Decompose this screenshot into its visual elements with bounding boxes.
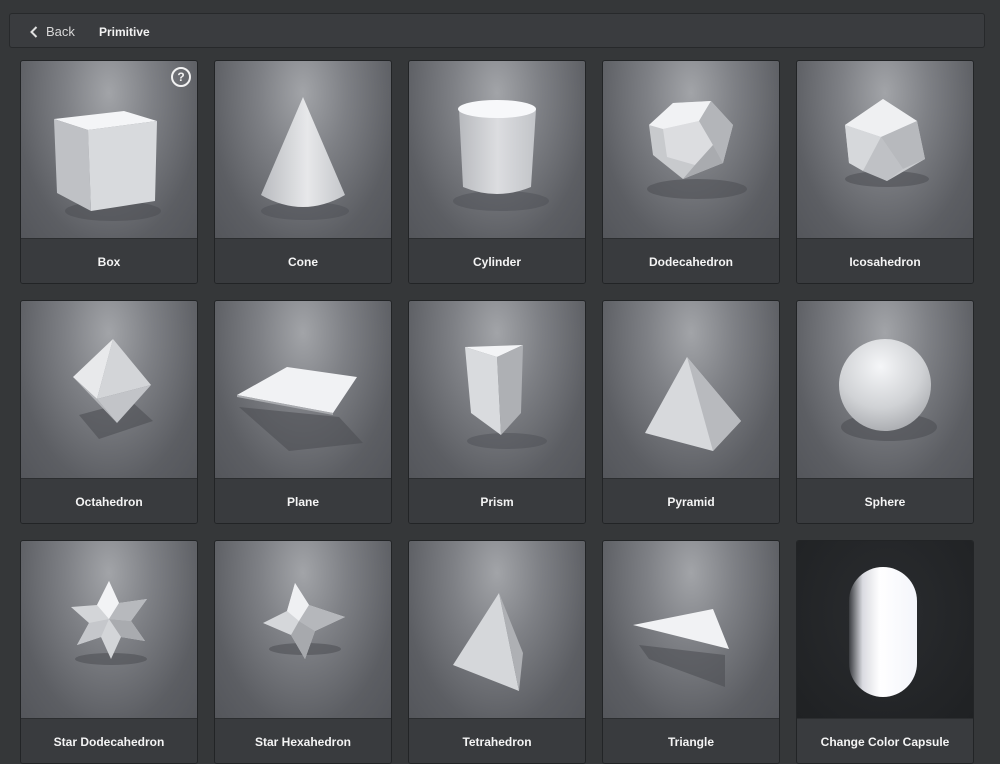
back-label: Back — [46, 24, 75, 39]
tetrahedron-icon — [453, 593, 523, 691]
page-title: Primitive — [99, 24, 150, 39]
primitive-card-box[interactable]: ? Box — [20, 60, 198, 284]
primitive-card-octahedron[interactable]: Octahedron — [20, 300, 198, 524]
thumbnail — [215, 301, 391, 478]
thumbnail — [797, 61, 973, 238]
pyramid-icon — [645, 357, 741, 451]
thumbnail: ? — [21, 61, 197, 238]
card-label: Tetrahedron — [409, 718, 585, 763]
thumbnail — [409, 541, 585, 718]
card-label: Sphere — [797, 478, 973, 523]
card-label: Cylinder — [409, 238, 585, 283]
chevron-left-icon — [30, 25, 38, 38]
primitive-card-sphere[interactable]: Sphere — [796, 300, 974, 524]
card-label: Triangle — [603, 718, 779, 763]
thumbnail — [409, 301, 585, 478]
card-label: Plane — [215, 478, 391, 523]
card-label: Pyramid — [603, 478, 779, 523]
primitive-card-change-color-capsule[interactable]: Change Color Capsule — [796, 540, 974, 764]
triangle-icon — [633, 609, 729, 687]
primitive-card-dodecahedron[interactable]: Dodecahedron — [602, 60, 780, 284]
primitive-card-triangle[interactable]: Triangle — [602, 540, 780, 764]
star-hexahedron-icon — [263, 583, 345, 659]
card-label: Change Color Capsule — [797, 718, 973, 763]
thumbnail — [797, 541, 973, 718]
primitive-card-prism[interactable]: Prism — [408, 300, 586, 524]
card-label: Cone — [215, 238, 391, 283]
back-button[interactable]: Back — [30, 14, 75, 49]
octahedron-icon — [73, 339, 153, 439]
card-label: Star Dodecahedron — [21, 718, 197, 763]
primitive-card-cylinder[interactable]: Cylinder — [408, 60, 586, 284]
thumbnail — [797, 301, 973, 478]
primitive-card-cone[interactable]: Cone — [214, 60, 392, 284]
thumbnail — [215, 541, 391, 718]
thumbnail — [215, 61, 391, 238]
primitive-grid: ? Box Cone Cylinder Dodecahedron Icosahe… — [20, 60, 974, 764]
sphere-icon — [839, 339, 937, 441]
primitive-card-icosahedron[interactable]: Icosahedron — [796, 60, 974, 284]
primitive-card-star-hexahedron[interactable]: Star Hexahedron — [214, 540, 392, 764]
star-dodecahedron-icon — [71, 581, 147, 665]
card-label: Box — [21, 238, 197, 283]
top-bar: Back Primitive — [9, 13, 985, 48]
thumbnail — [603, 61, 779, 238]
thumbnail — [409, 61, 585, 238]
dodecahedron-icon — [647, 101, 747, 199]
thumbnail — [603, 301, 779, 478]
thumbnail — [21, 541, 197, 718]
card-label: Star Hexahedron — [215, 718, 391, 763]
cylinder-icon — [453, 100, 549, 211]
thumbnail — [603, 541, 779, 718]
help-icon[interactable]: ? — [171, 67, 191, 87]
thumbnail — [21, 301, 197, 478]
card-label: Icosahedron — [797, 238, 973, 283]
primitive-card-tetrahedron[interactable]: Tetrahedron — [408, 540, 586, 764]
primitive-card-star-dodecahedron[interactable]: Star Dodecahedron — [20, 540, 198, 764]
plane-icon — [237, 367, 363, 451]
card-label: Prism — [409, 478, 585, 523]
primitive-card-pyramid[interactable]: Pyramid — [602, 300, 780, 524]
primitive-card-plane[interactable]: Plane — [214, 300, 392, 524]
capsule-icon — [849, 567, 917, 697]
cone-icon — [261, 97, 349, 220]
card-label: Dodecahedron — [603, 238, 779, 283]
card-label: Octahedron — [21, 478, 197, 523]
prism-icon — [465, 345, 547, 449]
icosahedron-icon — [845, 99, 929, 187]
box-icon — [54, 111, 161, 221]
